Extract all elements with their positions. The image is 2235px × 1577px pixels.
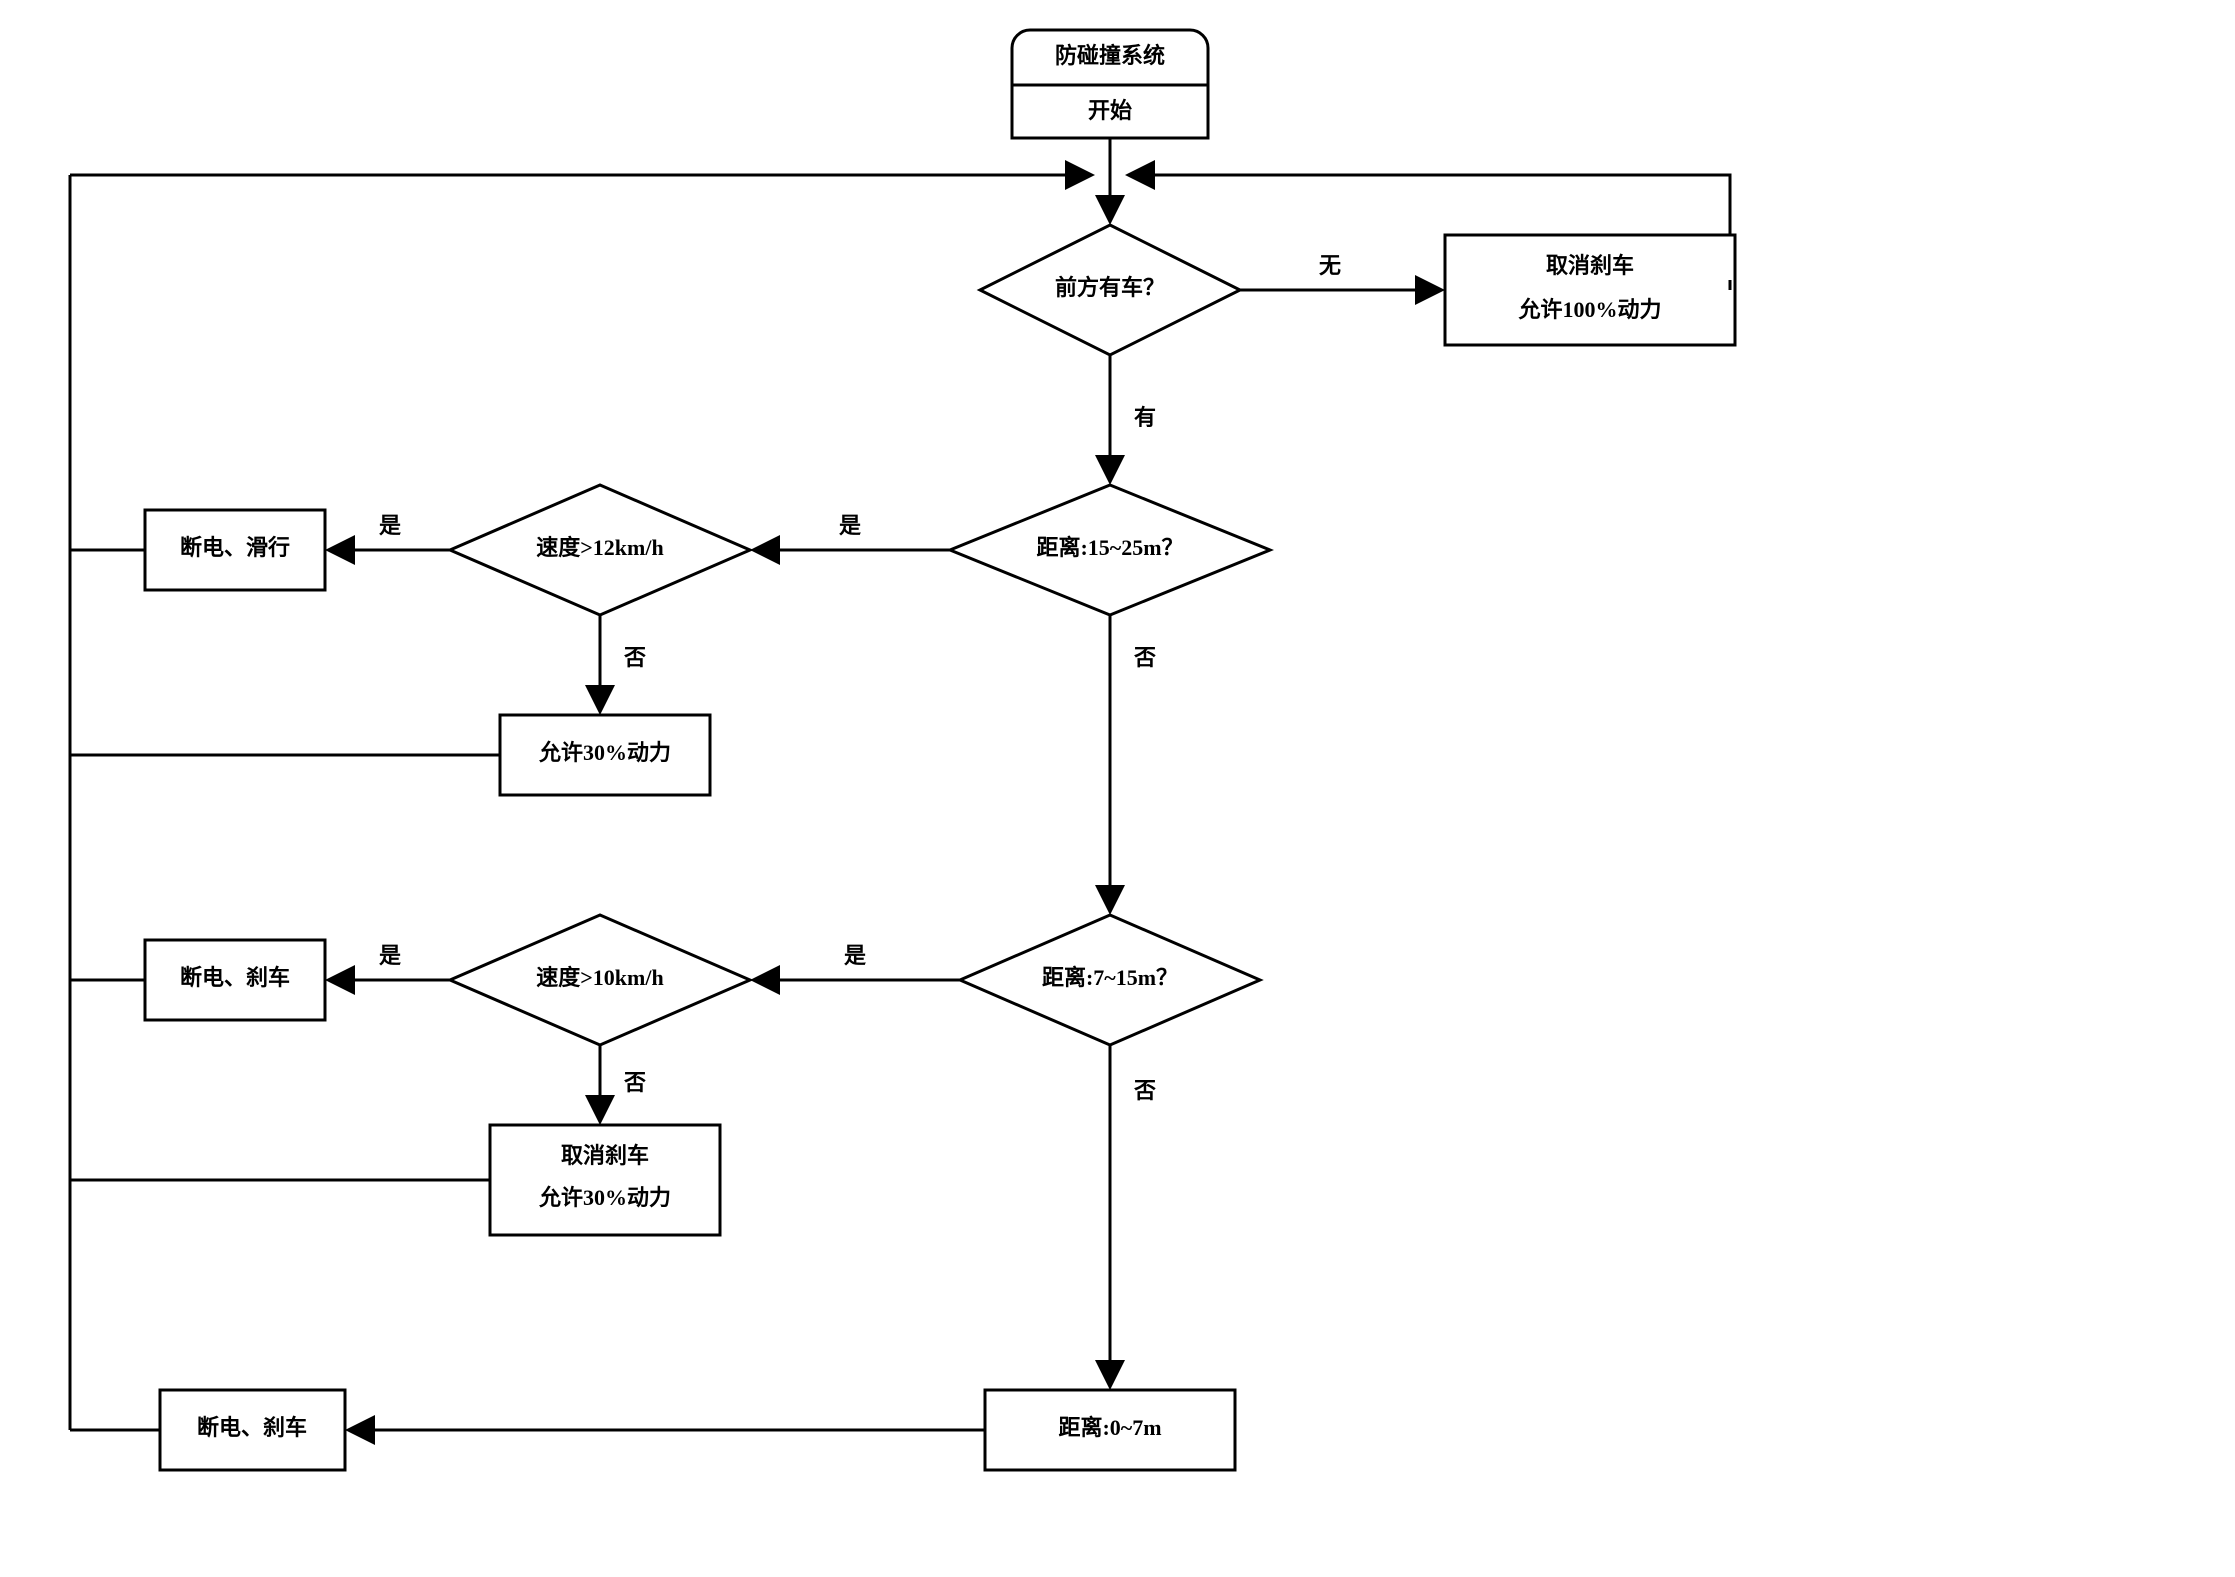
start-title: 防碰撞系统 [1055,43,1165,68]
decision-distance-15-25: 距离:15~25m？ [950,485,1270,615]
svg-text:断电、滑行: 断电、滑行 [180,535,290,560]
svg-text:速度>12km/h: 速度>12km/h [536,535,663,560]
decision-car-ahead: 前方有车？ [980,225,1240,355]
process-brake-1: 断电、刹车 [145,940,325,1020]
process-distance-0-7: 距离:0~7m [985,1390,1235,1470]
svg-text:断电、刹车: 断电、刹车 [197,1415,307,1440]
edge-d4-yes: 是 [844,943,866,968]
svg-text:取消刹车: 取消刹车 [1546,253,1634,278]
edge-d3-no: 否 [623,645,646,670]
svg-text:允许30%动力: 允许30%动力 [538,1185,671,1210]
process-allow-30: 允许30%动力 [500,715,710,795]
edge-d2-no: 否 [1133,645,1156,670]
svg-text:距离:15~25m？: 距离:15~25m？ [1036,535,1183,560]
edge-d2-yes: 是 [839,513,861,538]
decision-speed-10: 速度>10km/h [450,915,750,1045]
process-brake-2: 断电、刹车 [160,1390,345,1470]
svg-text:前方有车？: 前方有车？ [1055,275,1165,300]
svg-text:断电、刹车: 断电、刹车 [180,965,290,990]
edge-d5-yes: 是 [379,943,401,968]
svg-text:允许30%动力: 允许30%动力 [538,740,671,765]
start-node: 防碰撞系统 开始 [1012,30,1208,138]
svg-text:取消刹车: 取消刹车 [561,1143,649,1168]
decision-distance-7-15: 距离:7~15m？ [960,915,1260,1045]
edge-d3-yes: 是 [379,513,401,538]
process-cancel-brake-30: 取消刹车 允许30%动力 [490,1125,720,1235]
process-coast: 断电、滑行 [145,510,325,590]
edge-d4-no: 否 [1133,1078,1156,1103]
process-cancel-brake-100: 取消刹车 允许100%动力 [1445,235,1735,345]
start-subtitle: 开始 [1088,98,1132,123]
svg-text:距离:7~15m？: 距离:7~15m？ [1042,965,1178,990]
svg-text:允许100%动力: 允许100%动力 [1517,297,1661,322]
edge-no-car: 无 [1319,253,1341,278]
decision-speed-12: 速度>12km/h [450,485,750,615]
svg-text:距离:0~7m: 距离:0~7m [1058,1415,1161,1440]
edge-d5-no: 否 [623,1070,646,1095]
edge-has-car: 有 [1134,405,1156,430]
svg-text:速度>10km/h: 速度>10km/h [536,965,663,990]
